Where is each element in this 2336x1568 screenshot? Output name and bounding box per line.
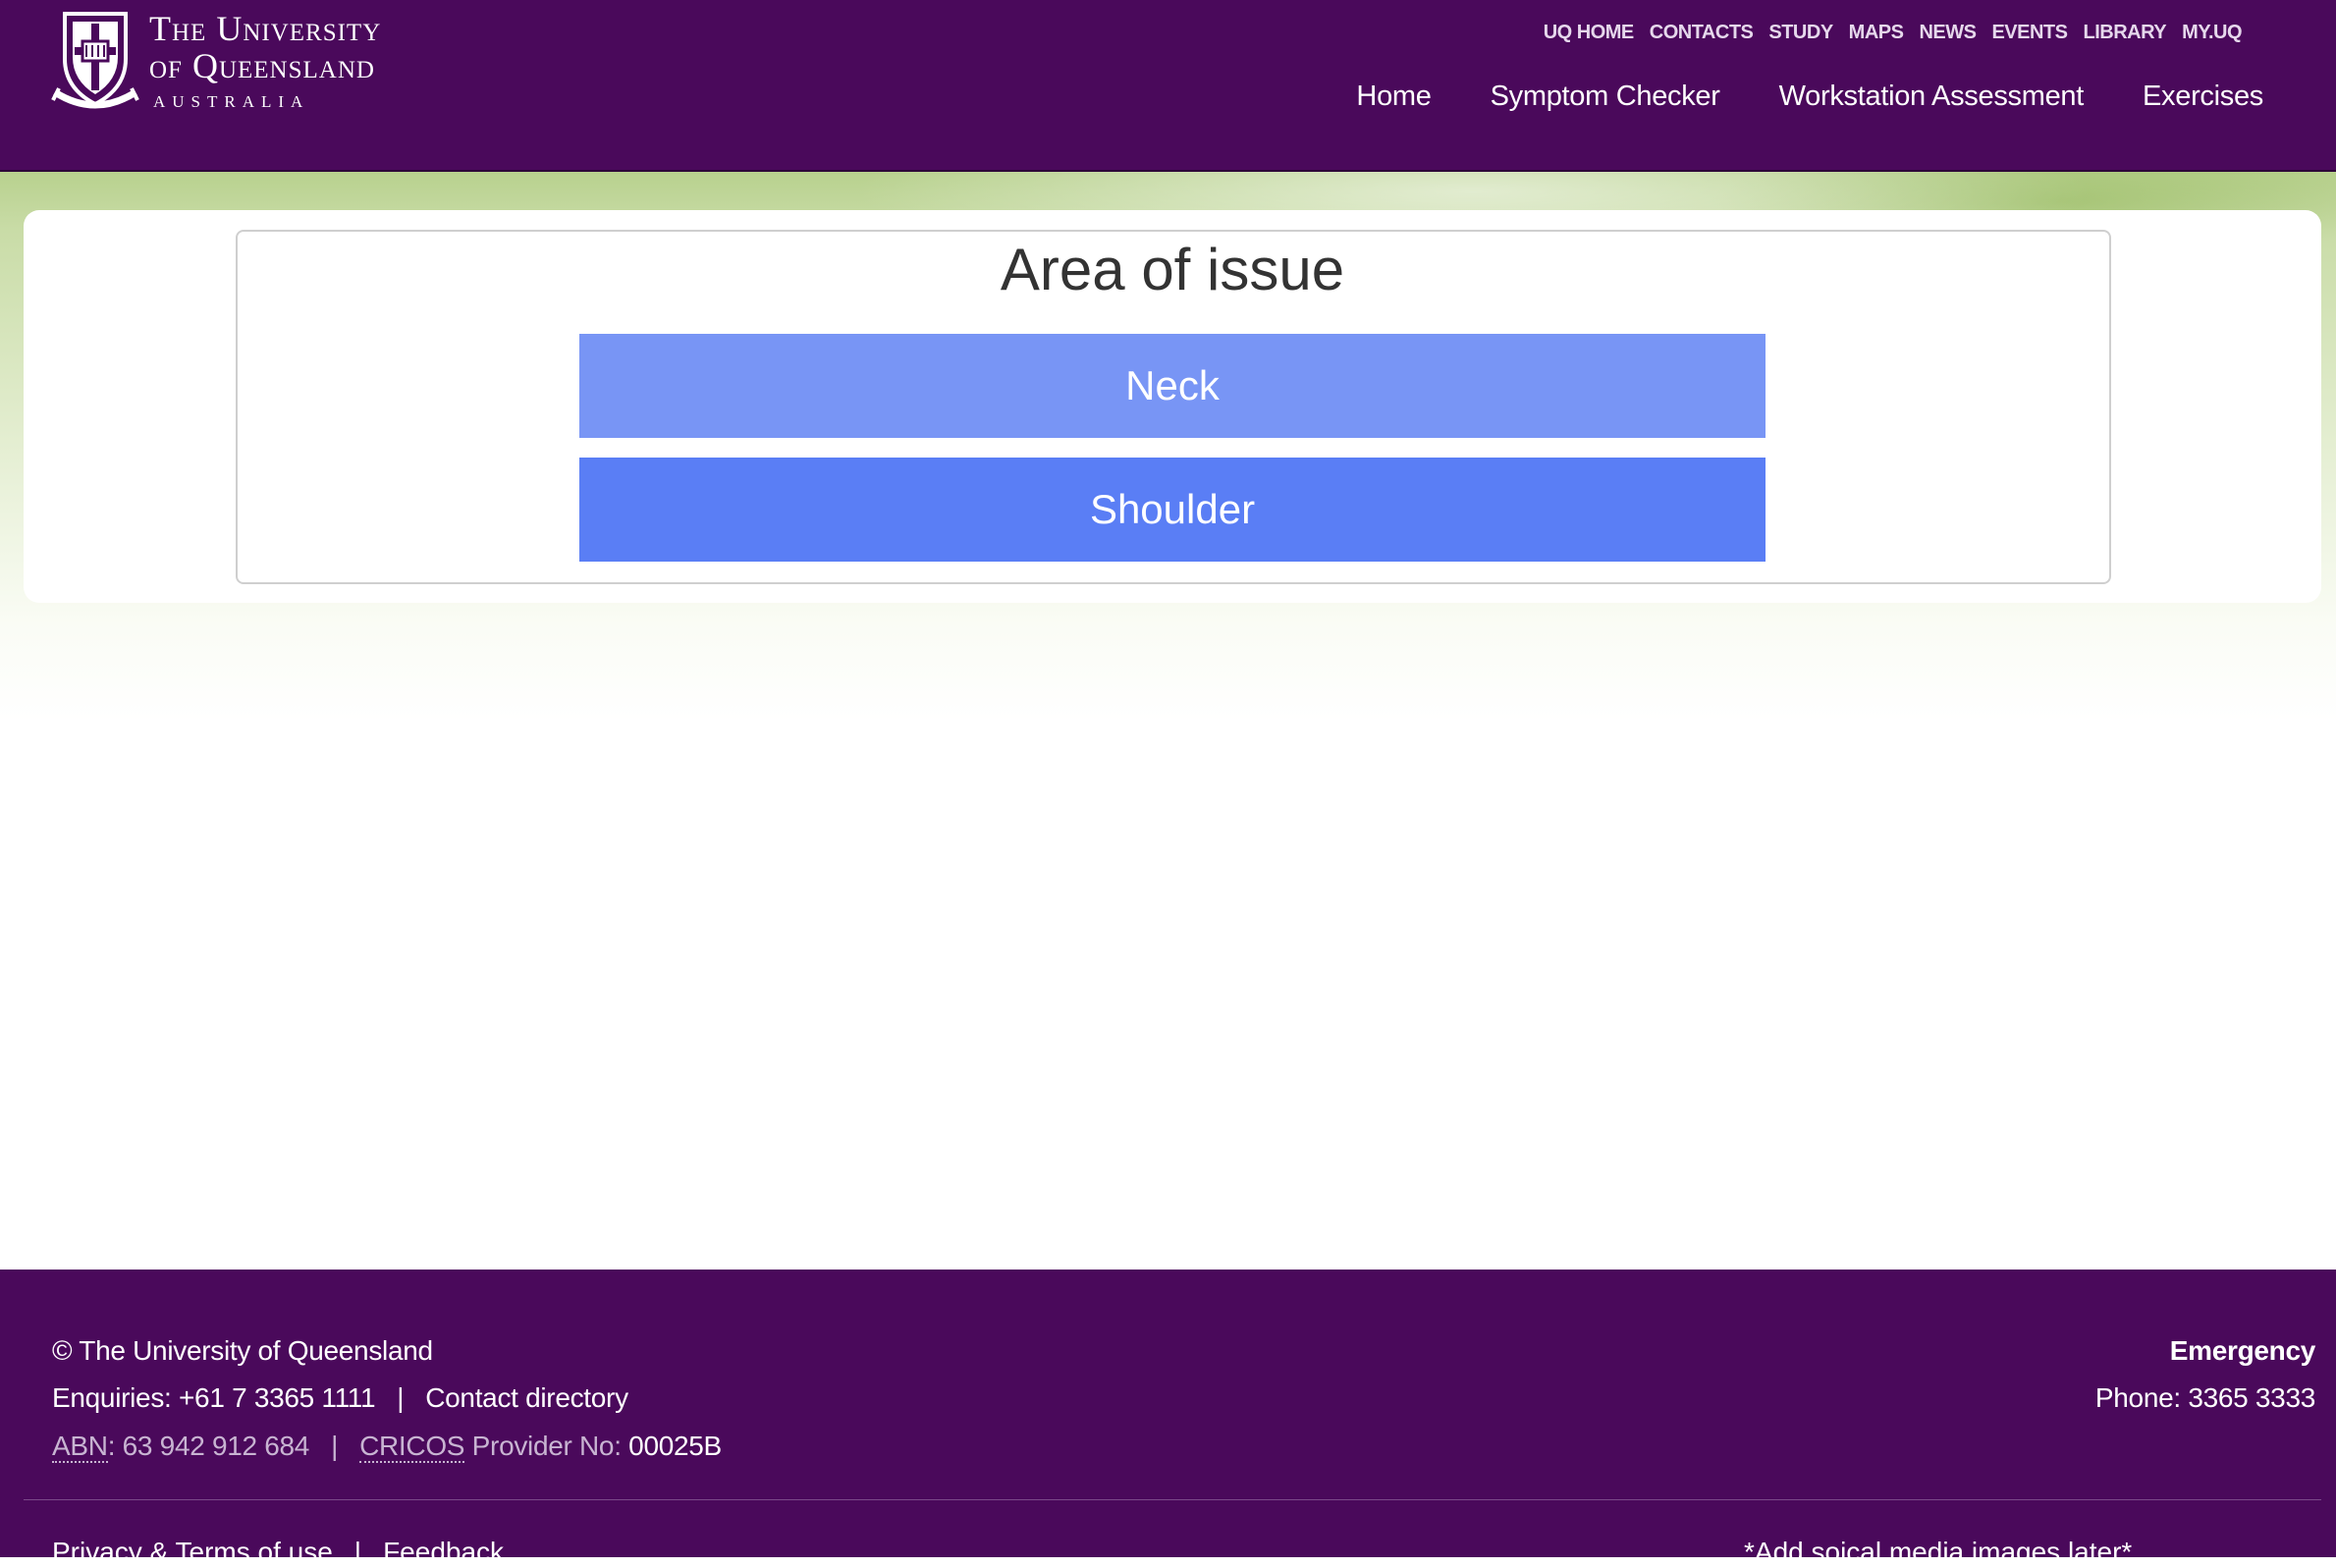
feedback-link[interactable]: Feedback bbox=[383, 1537, 504, 1567]
neck-button[interactable]: Neck bbox=[579, 334, 1766, 438]
utility-nav: UQ HOME CONTACTS STUDY MAPS NEWS EVENTS … bbox=[1528, 22, 2243, 44]
link-uq-home[interactable]: UQ HOME bbox=[1544, 22, 1635, 44]
shoulder-button[interactable]: Shoulder bbox=[579, 458, 1766, 562]
cricos-text: Provider No: bbox=[464, 1431, 629, 1461]
cricos-value: 00025B bbox=[628, 1431, 722, 1461]
contact-directory-link[interactable]: Contact directory bbox=[425, 1382, 628, 1413]
footer-enquiries-line: Enquiries: +61 7 3365 1111 | Contact direc… bbox=[52, 1382, 628, 1414]
footer-separator: | bbox=[331, 1431, 339, 1461]
footer-copyright: © The University of Queensland bbox=[52, 1335, 433, 1366]
logo-line-3: AUSTRALIA bbox=[153, 92, 310, 111]
footer-abn-line: ABN: 63 942 912 684 | CRICOS Provider No: … bbox=[52, 1431, 722, 1463]
page-title: Area of issue bbox=[1000, 237, 1345, 302]
privacy-link[interactable]: Privacy & Terms of use bbox=[52, 1537, 333, 1567]
link-news[interactable]: NEWS bbox=[1919, 22, 1977, 44]
nav-home[interactable]: Home bbox=[1356, 81, 1431, 113]
abn-value: : 63 942 912 684 bbox=[107, 1431, 310, 1461]
uq-crest-icon bbox=[51, 12, 139, 109]
link-library[interactable]: LIBRARY bbox=[2084, 22, 2167, 44]
nav-workstation-assessment[interactable]: Workstation Assessment bbox=[1779, 81, 2085, 113]
site-header: The University of Queensland AUSTRALIA U… bbox=[0, 0, 2336, 172]
link-events[interactable]: EVENTS bbox=[1991, 22, 2068, 44]
footer-legal-links: Privacy & Terms of use | Feedback bbox=[52, 1537, 504, 1568]
cricos-abbr: CRICOS bbox=[359, 1431, 465, 1463]
link-my-uq[interactable]: MY.UQ bbox=[2182, 22, 2242, 44]
nav-exercises[interactable]: Exercises bbox=[2143, 81, 2263, 113]
footer-divider bbox=[24, 1499, 2321, 1500]
logo-line-2: of Queensland bbox=[149, 46, 375, 85]
social-media-note: *Add soical media images later* bbox=[1744, 1537, 2133, 1567]
footer-separator: | bbox=[353, 1537, 362, 1567]
link-study[interactable]: STUDY bbox=[1768, 22, 1833, 44]
emergency-label: Emergency bbox=[2169, 1335, 2316, 1366]
footer-separator: | bbox=[397, 1382, 405, 1413]
logo-line-1: The University bbox=[149, 9, 382, 48]
main-nav: Home Symptom Checker Workstation Assessm… bbox=[1297, 81, 2263, 113]
emergency-phone: Phone: 3365 3333 bbox=[2094, 1382, 2315, 1413]
nav-symptom-checker[interactable]: Symptom Checker bbox=[1491, 81, 1720, 113]
link-maps[interactable]: MAPS bbox=[1849, 22, 1904, 44]
footer-enquiries: Enquiries: +61 7 3365 1111 bbox=[52, 1382, 376, 1413]
abn-abbr: ABN bbox=[52, 1431, 108, 1463]
site-footer: © The University of Queensland Enquiries… bbox=[0, 1270, 2336, 1567]
link-contacts[interactable]: CONTACTS bbox=[1650, 22, 1754, 44]
